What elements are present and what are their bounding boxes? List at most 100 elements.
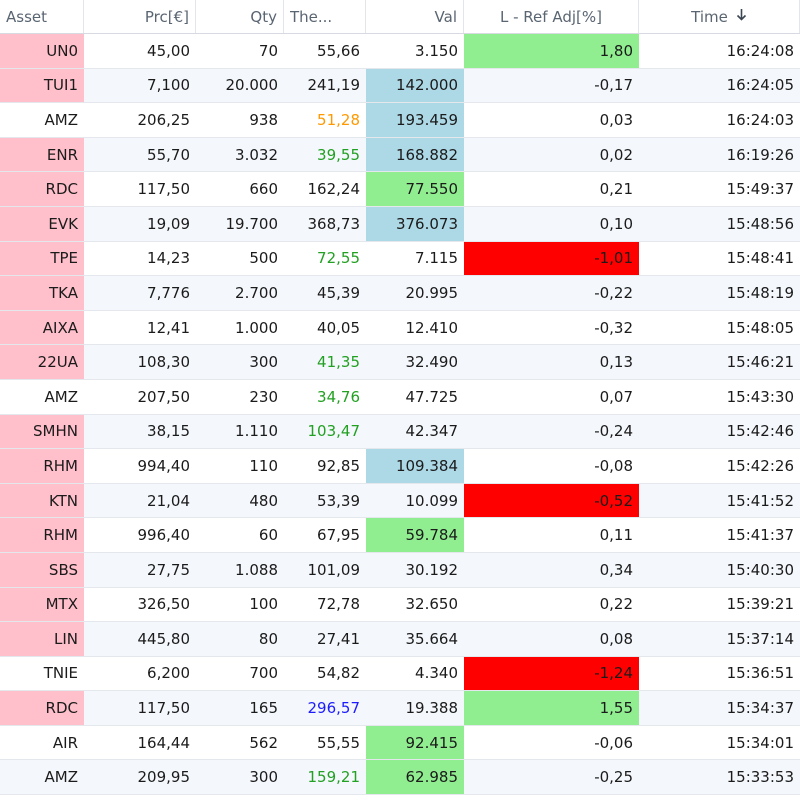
column-header-label: Time: [691, 7, 728, 26]
table-row[interactable]: EVK 19,09 19.700 368,73 376.073 0,10 15:48:56: [0, 206, 800, 242]
cell-ref-adj: -0,22: [594, 283, 633, 302]
cell-asset: 22UA: [0, 345, 84, 379]
table-row[interactable]: SMHN 38,15 1.110 103,47 42.347 -0,24 15:42:46: [0, 414, 800, 450]
cell-val: 47.725: [405, 387, 459, 406]
cell-theo: 55,55: [317, 733, 360, 752]
table-row[interactable]: RDC 117,50 165 296,57 19.388 1,55 15:34:37: [0, 691, 800, 726]
column-header-qty[interactable]: Qty: [196, 0, 284, 33]
cell-theo: 103,47: [307, 422, 361, 441]
table-row[interactable]: LIN 445,80 80 27,41 35.664 0,08 15:37:14: [0, 622, 800, 657]
cell-ref-adj: 0,07: [599, 387, 633, 406]
cell-time: 15:34:37: [726, 699, 794, 718]
column-header-label: Qty: [250, 7, 277, 26]
cell-time: 15:48:41: [726, 249, 794, 268]
cell-time: 16:24:03: [726, 110, 794, 129]
cell-price: 7,776: [147, 283, 190, 302]
cell-val: 376.073: [366, 206, 464, 241]
cell-asset: RHM: [0, 518, 84, 552]
cell-theo: 41,35: [317, 353, 360, 372]
table-row[interactable]: AMZ 207,50 230 34,76 47.725 0,07 15:43:30: [0, 380, 800, 415]
column-header-label: L - Ref Adj[%]: [500, 7, 602, 26]
cell-theo: 296,57: [307, 699, 361, 718]
table-row[interactable]: AIR 164,44 562 55,55 92.415 -0,06 15:34:01: [0, 725, 800, 761]
cell-time: 15:41:37: [726, 526, 794, 545]
cell-val: 32.650: [405, 595, 459, 614]
grid-body: UN0 45,00 70 55,66 3.150 1,80 16:24:08 TUI1 7,10…: [0, 34, 800, 796]
table-row[interactable]: AMZ 206,25 938 51,28 193.459 0,03 16:24:03: [0, 103, 800, 138]
table-row[interactable]: TKA 7,776 2.700 45,39 20.995 -0,22 15:48:19: [0, 276, 800, 311]
table-row[interactable]: ENR 55,70 3.032 39,55 168.882 0,02 16:19:26: [0, 137, 800, 173]
cell-time: 15:36:51: [726, 664, 794, 683]
cell-ref-adj: -0,06: [594, 733, 633, 752]
cell-val: 42.347: [405, 422, 459, 441]
table-row[interactable]: RHM 994,40 110 92,85 109.384 -0,08 15:42:26: [0, 449, 800, 484]
table-row[interactable]: RHM 996,40 60 67,95 59.784 0,11 15:41:37: [0, 518, 800, 553]
cell-ref-adj: 1,55: [464, 691, 639, 725]
cell-val: 193.459: [366, 103, 464, 137]
cell-qty: 562: [249, 733, 278, 752]
cell-time: 15:33:53: [726, 768, 794, 787]
table-row[interactable]: TUI1 7,100 20.000 241,19 142.000 -0,17 16:24:0…: [0, 68, 800, 104]
cell-qty: 660: [249, 180, 278, 199]
cell-asset: AMZ: [44, 387, 78, 406]
column-header-asset[interactable]: Asset: [0, 0, 84, 33]
cell-qty: 1.088: [235, 560, 278, 579]
table-row[interactable]: KTN 21,04 480 53,39 10.099 -0,52 15:41:52: [0, 483, 800, 519]
table-row[interactable]: RDC 117,50 660 162,24 77.550 0,21 15:49:37: [0, 172, 800, 207]
column-header-time[interactable]: Time: [639, 0, 800, 33]
cell-theo: 39,55: [317, 145, 360, 164]
cell-qty: 1.110: [235, 422, 278, 441]
cell-ref-adj: -0,17: [594, 76, 633, 95]
cell-time: 15:48:56: [726, 214, 794, 233]
cell-qty: 100: [249, 595, 278, 614]
cell-theo: 34,76: [317, 387, 360, 406]
cell-qty: 60: [258, 526, 278, 545]
column-header-ref-adj[interactable]: L - Ref Adj[%]: [464, 0, 639, 33]
cell-ref-adj: 1,80: [464, 34, 639, 68]
cell-time: 15:42:26: [726, 456, 794, 475]
cell-theo: 368,73: [307, 214, 361, 233]
cell-time: 15:43:30: [726, 387, 794, 406]
cell-theo: 92,85: [317, 456, 360, 475]
table-row[interactable]: 22UA 108,30 300 41,35 32.490 0,13 15:46:21: [0, 345, 800, 380]
table-row[interactable]: AMZ 209,95 300 159,21 62.985 -0,25 15:33:53: [0, 760, 800, 796]
cell-val: 32.490: [405, 353, 459, 372]
cell-qty: 300: [249, 353, 278, 372]
column-header-theo[interactable]: The...: [284, 0, 366, 33]
cell-theo: 54,82: [317, 664, 360, 683]
cell-val: 77.550: [366, 172, 464, 206]
cell-ref-adj: -1,01: [464, 241, 639, 276]
cell-time: 15:37:14: [726, 629, 794, 648]
cell-time: 15:48:19: [726, 283, 794, 302]
arrow-down-icon[interactable]: [736, 8, 747, 25]
cell-val: 20.995: [405, 283, 459, 302]
cell-val: 7.115: [415, 249, 458, 268]
cell-time: 16:24:08: [726, 41, 794, 60]
column-header-price[interactable]: Prc[€]: [84, 0, 196, 33]
cell-ref-adj: -0,52: [464, 483, 639, 518]
cell-theo: 162,24: [307, 180, 361, 199]
table-row[interactable]: AIXA 12,41 1.000 40,05 12.410 -0,32 15:48:05: [0, 310, 800, 346]
cell-price: 19,09: [147, 214, 190, 233]
cell-qty: 19.700: [225, 214, 279, 233]
cell-asset: MTX: [0, 587, 84, 622]
column-header-val[interactable]: Val: [366, 0, 464, 33]
cell-asset: SMHN: [0, 414, 84, 449]
cell-theo: 159,21: [307, 768, 361, 787]
cell-theo: 67,95: [317, 526, 360, 545]
cell-price: 12,41: [147, 318, 190, 337]
cell-qty: 500: [249, 249, 278, 268]
cell-time: 15:41:52: [726, 491, 794, 510]
table-row[interactable]: SBS 27,75 1.088 101,09 30.192 0,34 15:40:30: [0, 552, 800, 588]
cell-qty: 938: [249, 110, 278, 129]
table-row[interactable]: MTX 326,50 100 72,78 32.650 0,22 15:39:21: [0, 587, 800, 623]
table-row[interactable]: TNIE 6,200 700 54,82 4.340 -1,24 15:36:51: [0, 656, 800, 692]
cell-asset: LIN: [0, 622, 84, 656]
cell-price: 27,75: [147, 560, 190, 579]
cell-theo: 241,19: [307, 76, 361, 95]
table-row[interactable]: UN0 45,00 70 55,66 3.150 1,80 16:24:08: [0, 34, 800, 69]
table-row[interactable]: TPE 14,23 500 72,55 7.115 -1,01 15:48:41: [0, 241, 800, 277]
cell-time: 16:19:26: [726, 145, 794, 164]
cell-time: 15:46:21: [726, 353, 794, 372]
cell-theo: 72,55: [317, 249, 360, 268]
